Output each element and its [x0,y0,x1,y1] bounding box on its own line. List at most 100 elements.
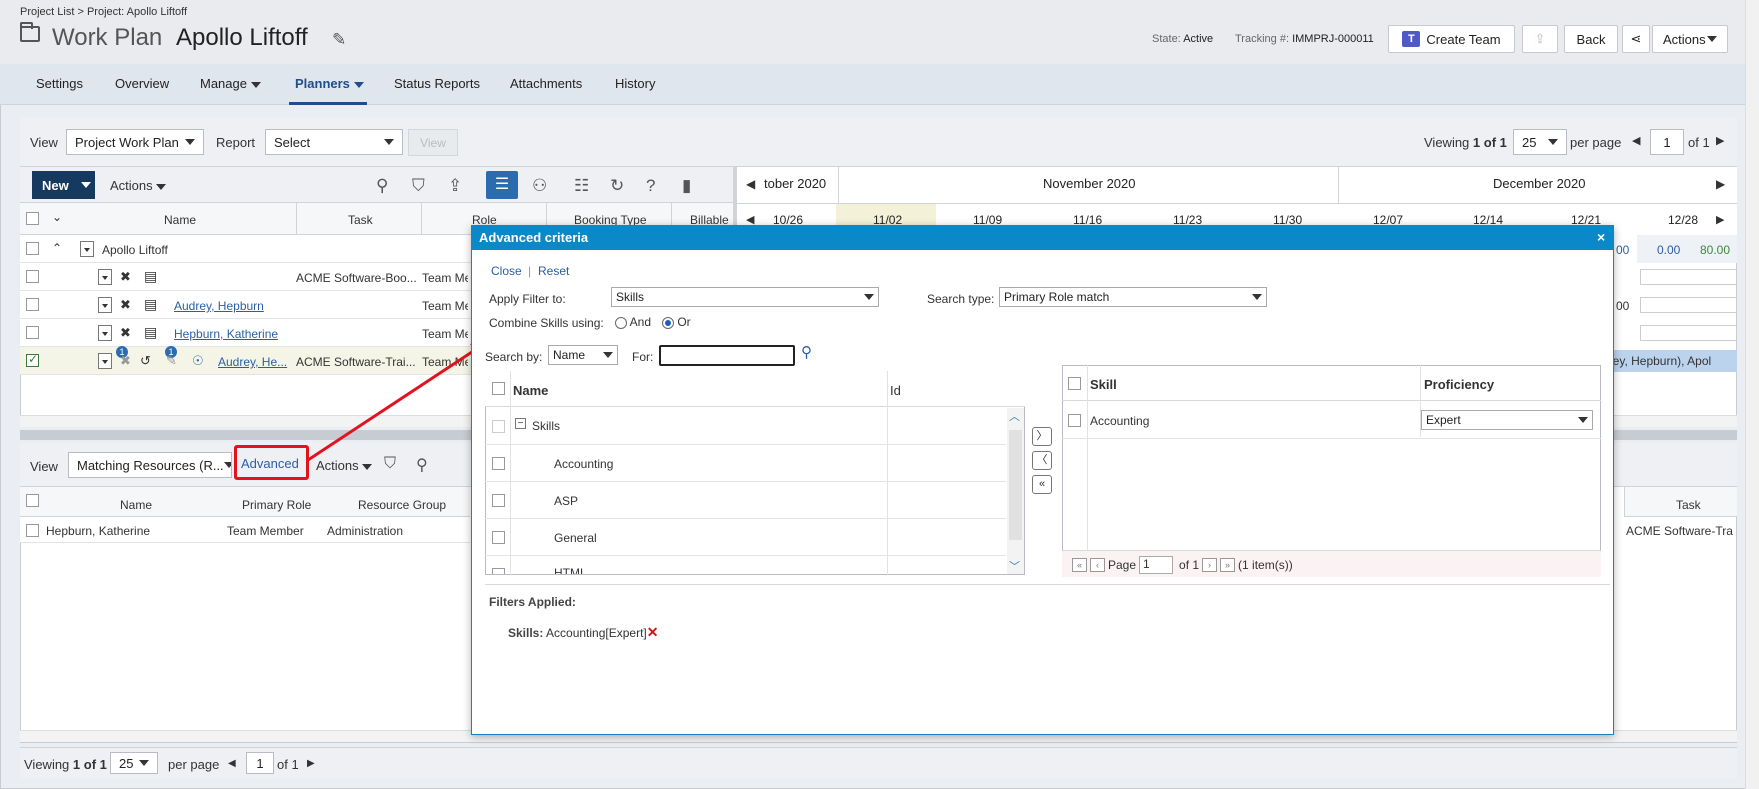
help-icon[interactable]: ? [646,176,655,196]
scroll-up-icon[interactable]: ︿ [1009,408,1020,424]
collapse-icon[interactable]: − [515,418,526,429]
col-task[interactable]: Task [1676,498,1701,512]
notes-icon[interactable]: ▤ [144,296,157,313]
row-menu-dropdown[interactable] [98,353,112,369]
view-select[interactable]: Project Work Plan [66,129,204,155]
close-icon[interactable]: × [1597,229,1605,245]
export-icon[interactable]: ⇪ [1522,25,1558,53]
chart-icon[interactable]: ▮ [682,176,691,196]
header-actions-button[interactable]: Actions [1652,25,1728,53]
back-button[interactable]: Back [1564,25,1618,53]
tab-overview[interactable]: Overview [115,76,169,91]
history-icon[interactable]: ↺ [140,353,151,369]
table-row[interactable]: Hepburn, Katherine Team Member Administr… [20,517,470,543]
gantt-icon[interactable]: ☷ [574,176,589,196]
col-skill[interactable]: Skill [1090,377,1117,392]
add-skill-arrow-icon[interactable]: 〉 [1032,427,1052,446]
row-checkbox[interactable] [26,298,39,311]
select-all-checkbox[interactable] [492,382,505,395]
refresh-icon[interactable]: ↻ [610,176,624,196]
per-page-select[interactable]: 25 [1513,129,1567,155]
row-checkbox[interactable] [26,326,39,339]
resource-link[interactable]: Audrey, He... [218,355,294,369]
or-radio[interactable] [662,316,674,329]
tools-icon[interactable]: ✖ [120,353,131,369]
pager-page-input[interactable]: 1 [1139,556,1174,574]
scroll-thumb[interactable] [1009,430,1022,540]
proficiency-select[interactable]: Expert [1421,410,1593,430]
timeline-next-icon[interactable]: ▶ [1716,177,1725,191]
row-checkbox[interactable] [26,242,39,255]
row-checkbox[interactable] [26,524,39,537]
notes-icon[interactable]: ▤ [144,268,157,285]
root-checkbox[interactable] [492,420,505,433]
search-input[interactable] [659,345,795,366]
tab-status-reports[interactable]: Status Reports [394,76,480,91]
row-checkbox[interactable] [26,270,39,283]
assign-icon[interactable]: ☉ [192,353,204,369]
tab-manage[interactable]: Manage [200,76,261,91]
col-task[interactable]: Task [348,213,373,227]
tab-planners[interactable]: Planners [295,76,364,91]
prev-page-icon[interactable]: ‹ [1090,558,1105,572]
search-type-select[interactable]: Primary Role match [999,287,1267,307]
edit-pencil-icon[interactable]: ✎ [332,30,346,50]
and-radio-option[interactable]: And [615,315,651,329]
attachment-icon[interactable]: ✎ [166,353,177,369]
remove-all-arrow-icon[interactable]: « [1032,475,1052,494]
resource-link[interactable]: Hepburn, Katherine [174,327,278,341]
col-skill-name[interactable]: Name [513,383,548,398]
and-radio[interactable] [615,316,627,329]
close-link[interactable]: Close [491,264,522,278]
col-resource-group[interactable]: Resource Group [358,498,446,512]
tab-attachments[interactable]: Attachments [510,76,582,91]
col-proficiency[interactable]: Proficiency [1424,377,1494,392]
col-skill-id[interactable]: Id [890,383,901,398]
next-page-icon[interactable]: ▶ [1716,134,1724,147]
resource-icon[interactable]: ⚇ [532,176,547,196]
last-page-icon[interactable]: » [1220,558,1236,572]
timeline-prev-icon[interactable]: ◀ [746,177,755,191]
row-menu-dropdown[interactable] [98,325,112,341]
tools-icon[interactable]: ✖ [120,269,131,285]
next-page-icon[interactable]: › [1202,558,1218,572]
list-view-icon[interactable]: ☰ [486,171,518,199]
select-all-checkbox[interactable] [26,494,39,507]
row-menu-dropdown[interactable] [98,297,112,313]
row-menu-dropdown[interactable] [80,241,94,257]
col-resource-name[interactable]: Name [120,498,152,512]
row-menu-dropdown[interactable] [98,269,112,285]
tree-item[interactable]: HTML [485,556,1006,574]
row-checkbox[interactable] [26,352,39,367]
collapse-icon[interactable]: ⌃ [52,241,62,255]
new-button[interactable]: New [32,171,95,199]
skill-checkbox[interactable] [492,531,505,544]
tree-item[interactable]: ASP [485,482,1006,519]
share-icon[interactable]: ⋖ [1622,25,1650,53]
tools-icon[interactable]: ✖ [120,297,131,313]
scroll-down-icon[interactable]: ﹀ [1009,558,1020,574]
reset-link[interactable]: Reset [538,264,569,278]
search-icon[interactable]: ⚲ [801,343,812,361]
filter-icon[interactable]: ⛉ [412,176,425,196]
skill-checkbox[interactable] [492,568,505,574]
next-page-icon[interactable]: ▶ [307,758,315,769]
tree-item[interactable]: General [485,519,1006,556]
first-page-icon[interactable]: « [1072,558,1087,572]
row-checkbox[interactable] [1068,414,1081,427]
remove-skill-arrow-icon[interactable]: 〈 [1032,451,1052,470]
prev-page-icon[interactable]: ◀ [1632,134,1640,147]
chevron-down-icon[interactable]: ⌄ [52,210,62,224]
assignment-bar[interactable]: drey, Hepburn), Apol [1600,350,1737,372]
resource-link[interactable]: Audrey, Hepburn [174,299,264,313]
tab-settings[interactable]: Settings [36,76,83,91]
page-scrollbar[interactable] [1745,0,1759,789]
skill-checkbox[interactable] [492,494,505,507]
view-button[interactable]: View [408,129,458,156]
search-icon[interactable]: ⚲ [376,176,388,196]
tree-root-row[interactable]: − Skills [485,408,1006,445]
search-by-select[interactable]: Name [548,345,618,365]
select-all-checkbox[interactable] [1068,377,1081,390]
grid-actions-menu[interactable]: Actions [110,178,167,193]
resources-view-select[interactable]: Matching Resources (R... [68,452,232,478]
